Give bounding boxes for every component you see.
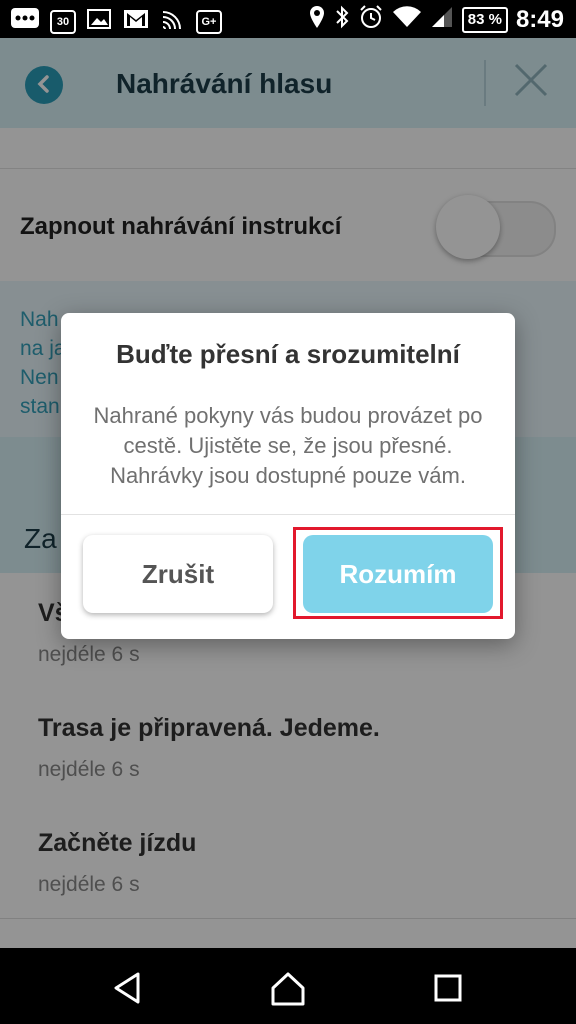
highlight-annotation xyxy=(293,527,503,619)
dialog-title: Buďte přesní a srozumitelní xyxy=(116,339,460,369)
navigation-bar xyxy=(0,948,576,1024)
cast-icon xyxy=(160,7,186,36)
status-bar: 30 G+ 83 % 8:49 xyxy=(0,0,576,38)
alarm-icon xyxy=(358,4,384,35)
signal-icon xyxy=(430,5,454,34)
nav-back-button[interactable] xyxy=(108,968,148,1008)
nav-home-button[interactable] xyxy=(268,968,308,1008)
bluetooth-icon xyxy=(334,4,350,35)
calendar-icon: 30 xyxy=(50,9,76,34)
google-plus-icon: G+ xyxy=(196,9,222,34)
nav-recents-button[interactable] xyxy=(428,968,468,1008)
location-icon xyxy=(308,4,326,35)
wifi-icon xyxy=(392,5,422,34)
more-dots-icon xyxy=(10,6,40,37)
notification-icons: 30 G+ xyxy=(10,6,222,37)
recents-icon xyxy=(434,974,462,1002)
battery-indicator: 83 % xyxy=(461,6,508,33)
dialog-body: Nahrané pokyny vás budou provázet po ces… xyxy=(93,403,483,488)
image-icon xyxy=(86,7,112,36)
cancel-button[interactable]: Zrušit xyxy=(83,535,273,613)
clock: 8:49 xyxy=(515,5,564,33)
gmail-icon xyxy=(122,7,150,36)
dialog-divider xyxy=(61,514,515,515)
system-icons: 83 % 8:49 xyxy=(308,4,564,35)
triangle-back-icon xyxy=(114,972,140,1004)
home-icon xyxy=(271,972,305,1006)
